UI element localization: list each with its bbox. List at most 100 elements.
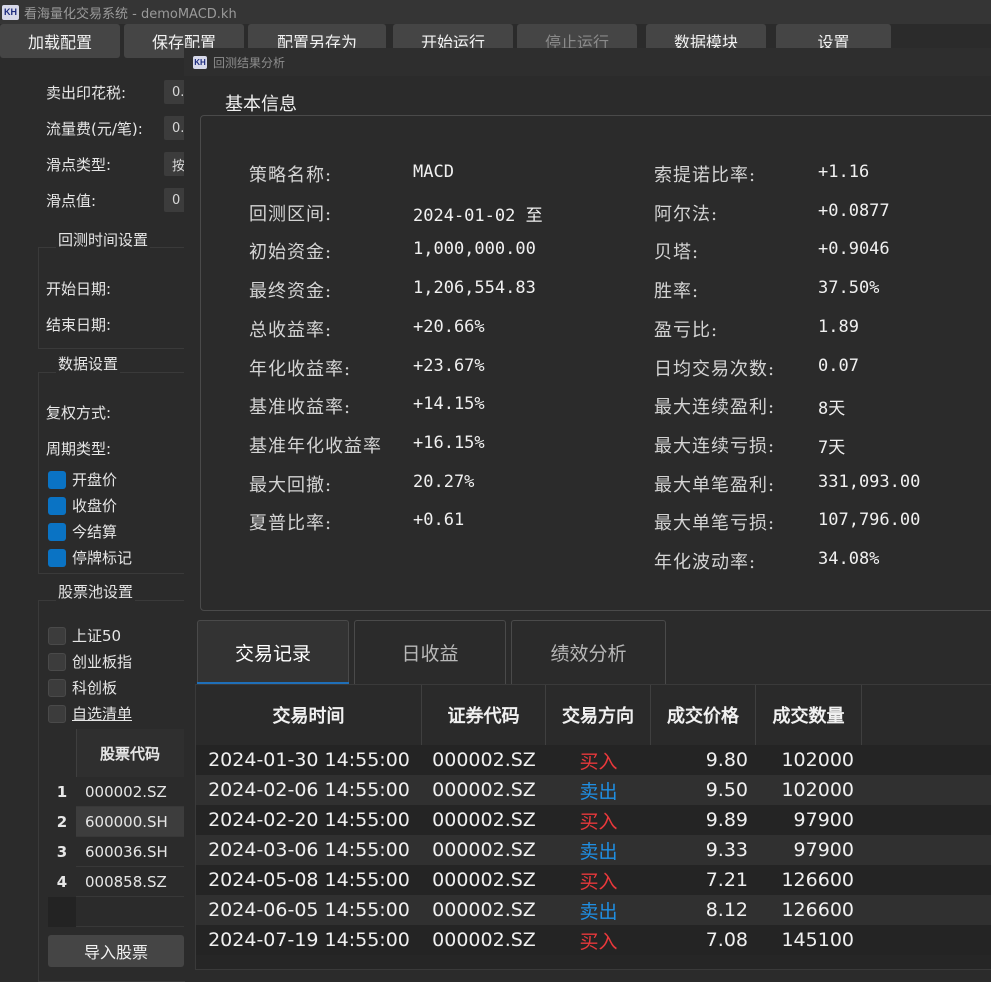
checkbox-label: 今结算 — [72, 523, 118, 541]
column-header-trade-time[interactable]: 交易时间 — [196, 685, 422, 745]
star-market-checkbox[interactable]: 科创板 — [48, 677, 117, 698]
price-cell: 9.89 — [705, 809, 748, 831]
stat-label: 日均交易次数: — [654, 358, 776, 380]
checkbox-icon — [48, 626, 66, 645]
import-stocks-button[interactable]: 导入股票 — [48, 935, 184, 967]
table-row[interactable]: 2024-01-30 14:55:00 000002.SZ 买入 9.80 102000 — [196, 745, 991, 775]
stock-code-cell[interactable]: 600000.SH — [76, 807, 184, 837]
table-corner — [48, 729, 77, 777]
window-logo-icon: KH — [193, 55, 207, 69]
stat-label: 阿尔法: — [654, 203, 719, 225]
stat-label: 最大单笔盈利: — [654, 474, 776, 496]
checkbox-icon — [48, 470, 66, 489]
checkbox-label: 开盘价 — [72, 471, 118, 489]
row-index: 4 — [48, 867, 76, 897]
tab-performance-analysis[interactable]: 绩效分析 — [511, 620, 666, 684]
stat-label: 胜率: — [654, 281, 700, 303]
stat-label: 索提诺比率: — [654, 165, 757, 186]
table-row[interactable]: 3 600036.SH — [48, 837, 184, 867]
data-settings-title: 数据设置 — [56, 353, 121, 374]
stock-code-cell — [76, 897, 184, 927]
tab-daily-returns[interactable]: 日收益 — [354, 620, 506, 684]
price-cell: 7.08 — [705, 929, 748, 951]
stat-value: +0.9046 — [818, 239, 890, 260]
trade-records-table: 交易时间 证券代码 交易方向 成交价格 成交数量 2024-01-30 14:5… — [195, 684, 991, 970]
checkbox-icon — [48, 652, 66, 671]
row-index: 1 — [48, 777, 76, 807]
security-code-cell: 000002.SZ — [432, 899, 536, 921]
table-row[interactable]: 2024-07-19 14:55:00 000002.SZ 买入 7.08 145100 — [196, 925, 991, 955]
trade-side-cell: 买入 — [579, 750, 618, 773]
slippage-type-label: 滑点类型: — [46, 156, 112, 174]
column-header-price[interactable]: 成交价格 — [651, 685, 756, 745]
result-window-titlebar: KH 回测结果分析 — [184, 48, 991, 76]
suspension-flag-checkbox[interactable]: 停牌标记 — [48, 547, 132, 568]
sse50-checkbox[interactable]: 上证50 — [48, 625, 121, 646]
stat-value: 1,000,000.00 — [413, 239, 536, 260]
table-row[interactable]: 2024-03-06 14:55:00 000002.SZ 卖出 9.33 97900 — [196, 835, 991, 865]
checkbox-label: 上证50 — [72, 627, 122, 645]
checkbox-label: 收盘价 — [72, 497, 118, 515]
trade-side-cell: 卖出 — [579, 900, 618, 923]
security-code-cell: 000002.SZ — [432, 779, 536, 801]
price-cell: 7.21 — [705, 869, 748, 891]
checkbox-icon — [48, 522, 66, 541]
checkbox-icon — [48, 678, 66, 697]
table-row[interactable]: 2024-02-06 14:55:00 000002.SZ 卖出 9.50 102000 — [196, 775, 991, 805]
settings-panel: 卖出印花税: 0. 流量费(元/笔): 0. 滑点类型: 按 滑点值: 0 回测… — [38, 58, 194, 982]
price-cell: 9.33 — [705, 839, 748, 861]
end-date-label: 结束日期: — [46, 316, 112, 334]
load-config-button[interactable]: 加载配置 — [0, 24, 120, 58]
security-code-cell: 000002.SZ — [432, 749, 536, 771]
trade-time-cell: 2024-07-19 14:55:00 — [208, 929, 410, 951]
stat-value: 20.27% — [413, 471, 475, 492]
result-window-title: 回测结果分析 — [213, 55, 286, 70]
quantity-cell: 102000 — [781, 749, 854, 771]
checkbox-icon — [48, 548, 66, 567]
close-price-checkbox[interactable]: 收盘价 — [48, 495, 117, 516]
tab-trade-records[interactable]: 交易记录 — [197, 620, 349, 684]
quantity-cell: 126600 — [781, 869, 854, 891]
stock-code-column-header[interactable]: 股票代码 — [76, 729, 184, 777]
stat-value: MACD — [413, 162, 454, 182]
row-index: 3 — [48, 837, 76, 867]
quantity-cell: 102000 — [781, 779, 854, 801]
security-code-cell: 000002.SZ — [432, 809, 536, 831]
trade-time-cell: 2024-06-05 14:55:00 — [208, 899, 410, 921]
stat-value: 1.89 — [818, 316, 859, 337]
watchlist-checkbox[interactable]: 自选清单 — [48, 703, 132, 724]
checkbox-icon — [48, 704, 66, 723]
stock-table-header: 股票代码 — [48, 729, 184, 777]
checkbox-label: 科创板 — [72, 679, 118, 697]
trade-time-cell: 2024-05-08 14:55:00 — [208, 869, 410, 891]
stat-label: 最大单笔亏损: — [654, 513, 776, 535]
stock-code-cell[interactable]: 000858.SZ — [76, 867, 184, 897]
column-header-trade-side[interactable]: 交易方向 — [546, 685, 651, 745]
basic-info-title: 基本信息 — [225, 94, 297, 115]
stat-value: +0.0877 — [818, 200, 890, 221]
checkbox-label: 创业板指 — [72, 653, 133, 671]
stat-value: 107,796.00 — [818, 510, 921, 531]
chinext-checkbox[interactable]: 创业板指 — [48, 651, 132, 672]
table-row[interactable]: 2024-05-08 14:55:00 000002.SZ 买入 7.21 126600 — [196, 865, 991, 895]
table-row[interactable]: 2 600000.SH — [48, 807, 184, 837]
stat-label: 策略名称: — [249, 165, 333, 186]
table-row[interactable]: 2024-06-05 14:55:00 000002.SZ 卖出 8.12 126600 — [196, 895, 991, 925]
stock-code-cell[interactable]: 600036.SH — [76, 837, 184, 867]
trade-time-cell: 2024-02-20 14:55:00 — [208, 809, 410, 831]
table-row-empty — [48, 897, 184, 927]
open-price-checkbox[interactable]: 开盘价 — [48, 469, 117, 490]
column-header-quantity[interactable]: 成交数量 — [756, 685, 862, 745]
column-header-security-code[interactable]: 证券代码 — [422, 685, 546, 745]
stat-value: 2024-01-02 至 — [413, 205, 543, 226]
trade-side-cell: 买入 — [579, 870, 618, 893]
settlement-checkbox[interactable]: 今结算 — [48, 521, 117, 542]
table-row[interactable]: 4 000858.SZ — [48, 867, 184, 897]
trade-side-cell: 买入 — [579, 930, 618, 953]
trade-time-cell: 2024-03-06 14:55:00 — [208, 839, 410, 861]
table-row[interactable]: 2024-02-20 14:55:00 000002.SZ 买入 9.89 97900 — [196, 805, 991, 835]
stock-code-cell[interactable]: 000002.SZ — [76, 777, 184, 807]
quantity-cell: 97900 — [793, 809, 854, 831]
table-row[interactable]: 1 000002.SZ — [48, 777, 184, 807]
row-index — [48, 897, 76, 927]
